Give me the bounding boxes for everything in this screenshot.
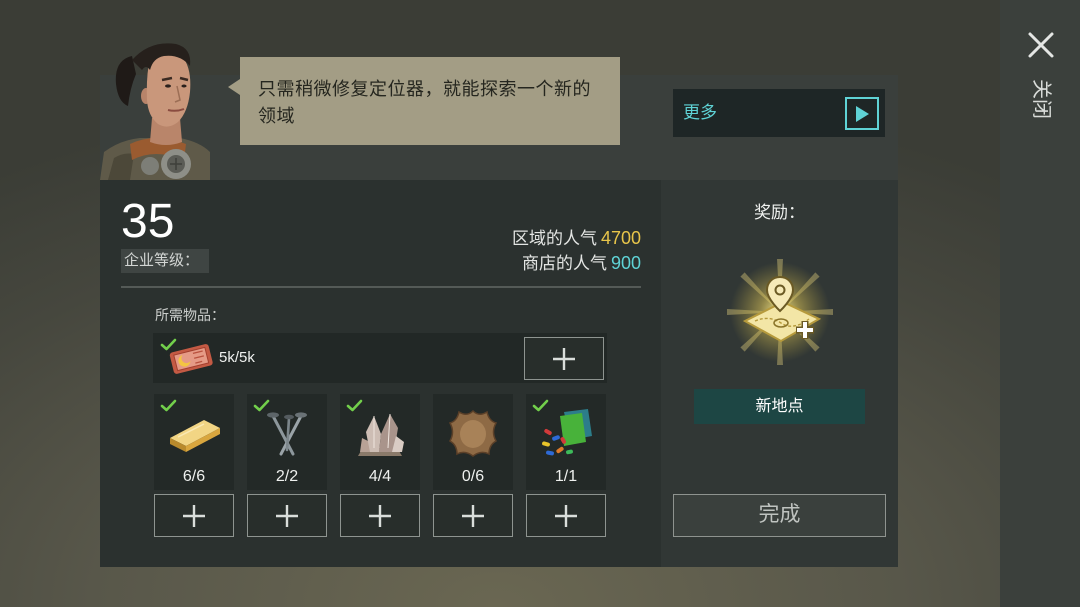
play-icon[interactable]	[845, 97, 879, 130]
add-currency-button[interactable]	[524, 337, 604, 380]
plus-icon	[369, 504, 391, 527]
add-crystal-button[interactable]	[340, 494, 420, 537]
region-popularity: 区域的人气 4700	[420, 226, 641, 251]
speech-bubble: 只需稍微修复定位器，就能探索一个新的领域	[228, 57, 620, 145]
more-label[interactable]: 更多	[683, 89, 717, 137]
item-card-nails[interactable]: 2/2	[247, 394, 327, 490]
plus-icon	[553, 347, 575, 370]
item-count: 0/6	[461, 468, 485, 485]
region-popularity-value: 4700	[600, 228, 641, 248]
region-popularity-label: 区域的人气	[511, 229, 597, 248]
requirements-panel: 35 企业等级： 区域的人气 4700 商店的人气 900 所需物品： 5k/5…	[100, 180, 661, 567]
reward-panel: 奖励： 新地点 完成	[661, 180, 898, 567]
item-card-plastic-pieces[interactable]: 1/1	[526, 394, 606, 490]
nails-icon	[267, 412, 307, 456]
reward-title: 奖励：	[754, 203, 805, 222]
popularity-stats: 区域的人气 4700 商店的人气 900	[420, 226, 641, 276]
close-strip[interactable]: 关闭	[1000, 0, 1080, 607]
item-count: 2/2	[275, 468, 299, 485]
add-gold-bar-button[interactable]	[154, 494, 234, 537]
item-count: 1/1	[554, 468, 578, 485]
required-items-title: 所需物品：	[155, 307, 225, 323]
plus-icon	[276, 504, 298, 527]
complete-button[interactable]: 完成	[673, 494, 886, 537]
close-label[interactable]: 关闭	[1030, 79, 1052, 119]
item-count: 4/4	[368, 468, 392, 485]
reward-new-location: 新地点	[694, 389, 865, 424]
company-level: 35	[121, 195, 175, 248]
item-card-gold-bar[interactable]: 6/6	[154, 394, 234, 490]
shop-popularity-label: 商店的人气	[521, 254, 607, 273]
shop-popularity-value: 900	[610, 253, 641, 273]
location-map-icon	[725, 257, 835, 367]
close-icon[interactable]	[1027, 31, 1055, 59]
item-card-leather[interactable]: 0/6	[433, 394, 513, 490]
speech-bubble-tail	[228, 79, 240, 95]
leather-icon	[448, 409, 498, 457]
plus-icon	[183, 504, 205, 527]
plastic-pieces-icon	[542, 409, 592, 456]
item-card-crystal[interactable]: 4/4	[340, 394, 420, 490]
shop-popularity: 商店的人气 900	[420, 251, 641, 276]
character-portrait	[100, 40, 210, 180]
company-level-label: 企业等级：	[121, 249, 209, 273]
currency-requirement: 5k/5k	[153, 333, 607, 383]
divider	[121, 286, 641, 288]
more-button[interactable]: 更多	[673, 89, 885, 137]
dialog-header: 只需稍微修复定位器，就能探索一个新的领域 更多	[100, 43, 898, 180]
add-leather-button[interactable]	[433, 494, 513, 537]
item-count: 6/6	[182, 468, 206, 485]
gold-bar-icon	[170, 420, 220, 452]
dialog-text: 只需稍微修复定位器，就能探索一个新的领域	[258, 79, 591, 126]
add-nails-button[interactable]	[247, 494, 327, 537]
currency-amount: 5k/5k	[219, 349, 255, 366]
plus-icon	[462, 504, 484, 527]
add-plastic-pieces-button[interactable]	[526, 494, 606, 537]
plus-icon	[555, 504, 577, 527]
check-icon	[160, 338, 177, 356]
crystal-icon	[358, 413, 404, 456]
